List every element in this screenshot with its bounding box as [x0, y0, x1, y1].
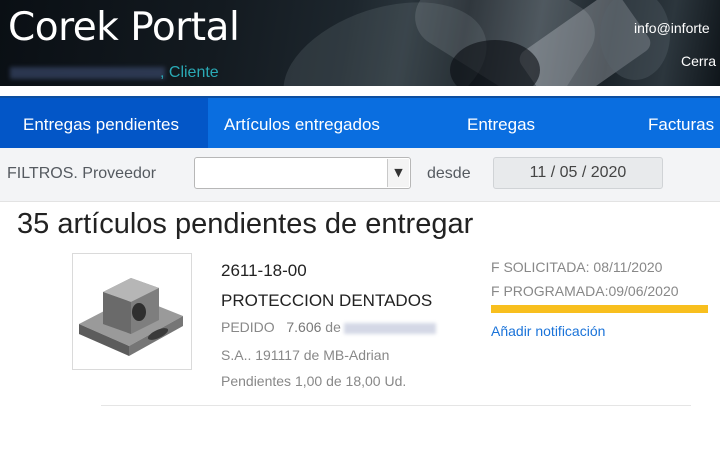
product-thumbnail[interactable]: [72, 253, 192, 370]
filter-provider-label: FILTROS. Proveedor: [7, 165, 157, 182]
date-from-label: desde: [427, 165, 471, 182]
header-banner: Corek Portal , Cliente info@inforte Cerr…: [0, 0, 720, 86]
main-nav: Entregas pendientes Artículos entregados…: [0, 96, 720, 148]
scheduled-date: F PROGRAMADA:09/06/2020: [491, 283, 679, 299]
item-code: 2611-18-00: [221, 261, 307, 280]
chevron-down-icon[interactable]: ▼: [387, 159, 409, 187]
item-pending-qty: Pendientes 1,00 de 18,00 Ud.: [221, 373, 407, 389]
item-provider: S.A.. 191117 de MB-Adrian: [221, 347, 390, 363]
logout-link[interactable]: Cerra: [681, 53, 716, 69]
tab-facturas[interactable]: Facturas: [648, 98, 714, 148]
portal-logo: Corek Portal: [8, 5, 240, 50]
tab-entregas[interactable]: Entregas: [467, 98, 535, 148]
order-de: de: [325, 319, 341, 335]
banner-machinery-graphic: [600, 0, 670, 80]
date-from-input[interactable]: 11 / 05 / 2020: [493, 157, 663, 189]
user-name-redacted: [10, 67, 165, 79]
provider-select[interactable]: ▼: [194, 157, 411, 189]
page-title: 35 artículos pendientes de entregar: [17, 208, 474, 240]
requested-date: F SOLICITADA: 08/11/2020: [491, 259, 663, 275]
bracket-part-icon: [79, 278, 183, 356]
user-email: info@inforte: [634, 20, 710, 36]
item-order: PEDIDO 7.606 de: [221, 319, 436, 335]
item-divider: [101, 405, 691, 406]
tab-articulos-entregados[interactable]: Artículos entregados: [224, 98, 380, 148]
status-bar: [491, 305, 708, 313]
filter-bar: FILTROS. Proveedor ▼ desde 11 / 05 / 202…: [0, 148, 720, 202]
redacted-text: [343, 322, 436, 334]
item-name: PROTECCION DENTADOS: [221, 291, 433, 310]
tab-entregas-pendientes[interactable]: Entregas pendientes: [0, 98, 208, 148]
user-role: , Cliente: [160, 64, 219, 81]
order-label: PEDIDO: [221, 319, 275, 335]
add-notification-link[interactable]: Añadir notificación: [491, 323, 605, 339]
order-number: 7.606: [286, 319, 322, 335]
